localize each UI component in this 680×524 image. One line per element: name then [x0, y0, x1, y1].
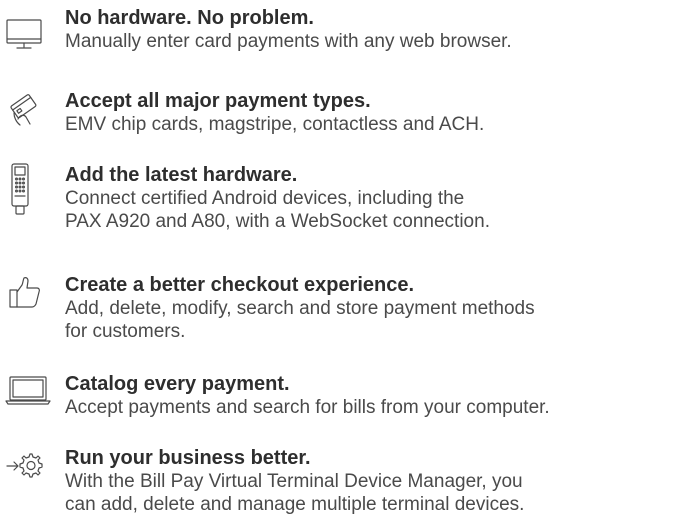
feature-description: Manually enter card payments with any we… [65, 31, 512, 52]
feature-description: With the Bill Pay Virtual Terminal Devic… [65, 471, 525, 515]
monitor-icon [4, 16, 44, 56]
feature-title: Create a better checkout experience. [65, 274, 415, 296]
thumbs-up-icon [4, 275, 44, 315]
gear-arrow-icon [4, 446, 48, 486]
laptop-icon [4, 374, 52, 414]
feature-title: Catalog every payment. [65, 373, 290, 395]
feature-description: Connect certified Android devices, inclu… [65, 188, 490, 232]
feature-description: Add, delete, modify, search and store pa… [65, 298, 535, 342]
feature-title: Run your business better. [65, 447, 311, 469]
feature-title: No hardware. No problem. [65, 7, 314, 29]
feature-description: Accept payments and search for bills fro… [65, 397, 550, 418]
feature-description: EMV chip cards, magstripe, contactless a… [65, 114, 485, 135]
feature-title: Accept all major payment types. [65, 90, 371, 112]
card-terminal-icon [4, 163, 44, 219]
feature-title: Add the latest hardware. [65, 164, 298, 186]
card-in-hand-icon [4, 89, 44, 129]
